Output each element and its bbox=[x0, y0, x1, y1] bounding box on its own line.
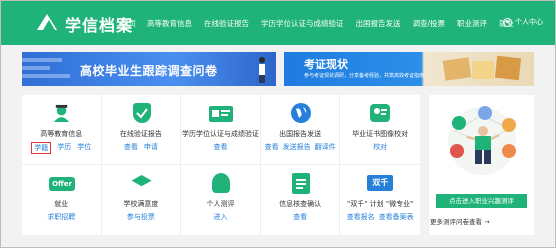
link-send-report[interactable]: 发送报告 bbox=[283, 142, 311, 152]
service-title: "双千" 计划 "微专业" bbox=[347, 200, 414, 208]
service-links: 求职招聘 bbox=[22, 212, 101, 222]
graduate-cap-icon bbox=[53, 104, 70, 123]
service-title: 在线验证报告 bbox=[119, 130, 162, 138]
certificate-illustration bbox=[442, 55, 522, 81]
service-links: 查看 bbox=[181, 142, 260, 152]
more-tests-link[interactable]: 更多测评问卷查看 → bbox=[430, 216, 490, 226]
career-test-panel: 点击进入职业兴趣测评 bbox=[429, 95, 534, 235]
shield-check-icon bbox=[132, 103, 151, 123]
link-job-search[interactable]: 求职招聘 bbox=[47, 212, 75, 222]
banner-decoration bbox=[22, 74, 70, 78]
link-student-status[interactable]: 学籍 bbox=[31, 142, 52, 154]
service-title: 就业 bbox=[54, 200, 69, 208]
nav-home[interactable]: 首页 bbox=[121, 18, 136, 29]
service-abroad-report: 出国报告发送 查看 发送报告 翻译件 bbox=[260, 95, 341, 165]
service-title: 信息核查确认 bbox=[279, 200, 322, 208]
certificate-banner-title: 考证现状 bbox=[304, 58, 348, 71]
mortarboard-icon bbox=[131, 175, 152, 187]
graduate-illustration bbox=[259, 57, 265, 83]
service-links: 校对 bbox=[340, 142, 420, 152]
globe-icon bbox=[290, 103, 311, 123]
service-title: 学校满意度 bbox=[123, 200, 159, 208]
link-view-filing[interactable]: 查看备案表 bbox=[379, 212, 414, 222]
user-center[interactable]: 个人中心 bbox=[503, 17, 543, 27]
link-view-verification[interactable]: 查看 bbox=[293, 212, 307, 222]
service-higher-education: 高等教育信息 学籍 学历 学位 bbox=[22, 95, 102, 165]
nav-online-report[interactable]: 在线验证报告 bbox=[204, 18, 249, 29]
nav-higher-education[interactable]: 高等教育信息 bbox=[147, 18, 192, 29]
banner-decoration bbox=[22, 58, 62, 62]
link-education[interactable]: 学历 bbox=[57, 142, 71, 154]
service-links: 查看报名 查看备案表 bbox=[340, 212, 420, 222]
user-icon bbox=[503, 17, 512, 27]
service-micro-major: 双千 "双千" 计划 "微专业" 查看报名 查看备案表 bbox=[340, 165, 420, 235]
service-links: 进入 bbox=[181, 212, 260, 222]
dual-thousand-icon: 双千 bbox=[367, 175, 394, 191]
link-vote[interactable]: 参与投票 bbox=[127, 212, 155, 222]
service-online-report: 在线验证报告 查看 申请 bbox=[101, 95, 182, 165]
service-title: 高等教育信息 bbox=[40, 130, 83, 138]
nav-certification[interactable]: 学历学位认证与成绩验证 bbox=[261, 18, 344, 29]
career-test-button[interactable]: 点击进入职业兴趣测评 bbox=[436, 194, 527, 208]
service-links: 查看 申请 bbox=[102, 142, 181, 152]
service-links: 查看 bbox=[261, 212, 340, 222]
main-nav: 首页 高等教育信息 在线验证报告 学历学位认证与成绩验证 出国报告发送 调查/投… bbox=[121, 18, 526, 29]
service-title: 毕业证书图像校对 bbox=[352, 130, 409, 138]
nav-survey[interactable]: 调查/投票 bbox=[413, 18, 446, 29]
banner-decoration bbox=[22, 66, 50, 70]
certificate-banner[interactable]: 考证现状 参与考证现状调研，分享备考经验，共筑高效考证指南 bbox=[284, 52, 534, 86]
link-enter-assessment[interactable]: 进入 bbox=[213, 212, 227, 222]
link-proofread[interactable]: 校对 bbox=[373, 142, 387, 152]
service-employment: Offer 就业 求职招聘 bbox=[22, 165, 102, 235]
certificate-card-icon bbox=[209, 106, 234, 122]
thumbs-up-icon bbox=[212, 173, 231, 193]
offer-icon: Offer bbox=[49, 177, 75, 191]
services-panel: 高等教育信息 学籍 学历 学位 在线验证报告 查看 申请 学历学位认证与成绩验证… bbox=[22, 95, 420, 235]
nav-career-test[interactable]: 职业测评 bbox=[457, 18, 487, 29]
service-title: 个人测评 bbox=[206, 200, 235, 208]
service-links: 学籍 学历 学位 bbox=[22, 142, 101, 154]
link-degree[interactable]: 学位 bbox=[77, 142, 91, 154]
service-certification: 学历学位认证与成绩验证 查看 bbox=[181, 95, 261, 165]
certificate-banner-subtitle: 参与考证现状调研，分享备考经验，共筑高效考证指南 bbox=[304, 73, 425, 79]
service-title: 学历学位认证与成绩验证 bbox=[181, 130, 259, 138]
top-header: 学信档案 首页 高等教育信息 在线验证报告 学历学位认证与成绩验证 出国报告发送… bbox=[1, 1, 555, 45]
link-view-registration[interactable]: 查看报名 bbox=[347, 212, 375, 222]
link-translation[interactable]: 翻译件 bbox=[315, 142, 336, 152]
clipboard-icon bbox=[291, 173, 310, 194]
link-view-report[interactable]: 查看 bbox=[124, 142, 138, 152]
service-satisfaction: 学校满意度 参与投票 bbox=[102, 165, 182, 235]
service-personal-assessment: 个人测评 进入 bbox=[181, 165, 261, 235]
link-view-certification[interactable]: 查看 bbox=[213, 142, 227, 152]
survey-banner-title: 高校毕业生跟踪调查问卷 bbox=[80, 64, 218, 78]
link-view-abroad[interactable]: 查看 bbox=[265, 142, 279, 152]
service-info-verification: 信息核查确认 查看 bbox=[261, 165, 341, 235]
logo-icon[interactable] bbox=[35, 10, 59, 32]
service-links: 查看 发送报告 翻译件 bbox=[261, 142, 340, 152]
nav-abroad-report[interactable]: 出国报告发送 bbox=[356, 18, 401, 29]
career-test-illustration[interactable] bbox=[437, 103, 527, 175]
service-links: 参与投票 bbox=[102, 212, 181, 222]
service-title: 出国报告发送 bbox=[279, 130, 322, 138]
link-apply-report[interactable]: 申请 bbox=[144, 142, 158, 152]
service-diploma-check: 毕业证书图像校对 校对 bbox=[340, 95, 420, 165]
survey-banner[interactable]: 高校毕业生跟踪调查问卷 bbox=[22, 52, 276, 86]
diploma-id-icon bbox=[370, 104, 391, 122]
user-center-label: 个人中心 bbox=[515, 18, 543, 26]
